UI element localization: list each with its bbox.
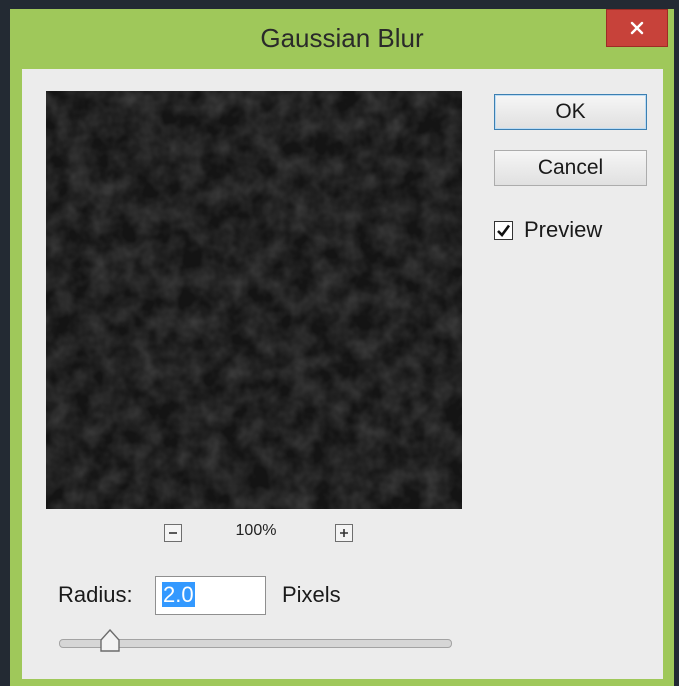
title-bar[interactable]: Gaussian Blur — [10, 9, 674, 69]
cancel-button[interactable]: Cancel — [494, 150, 647, 186]
zoom-level: 100% — [235, 522, 277, 539]
dialog-title: Gaussian Blur — [260, 23, 424, 53]
preview-noise-texture — [46, 91, 462, 509]
gaussian-blur-dialog: Gaussian Blur 100% OK Cancel Preview Rad… — [10, 9, 674, 686]
zoom-in-icon — [340, 529, 348, 537]
checkmark-icon — [497, 224, 511, 237]
close-icon — [630, 21, 644, 35]
radius-value-selected: 2.0 — [162, 582, 195, 607]
radius-slider-thumb[interactable] — [99, 629, 121, 653]
radius-unit-label: Pixels — [282, 582, 341, 607]
preview-image[interactable] — [46, 91, 462, 509]
close-button[interactable] — [606, 9, 668, 47]
zoom-in-button[interactable] — [335, 524, 353, 542]
zoom-out-button[interactable] — [164, 524, 182, 542]
dialog-body: 100% OK Cancel Preview Radius: 2.0 Pixel… — [22, 69, 663, 679]
preview-checkbox[interactable] — [494, 221, 513, 240]
preview-checkbox-label[interactable]: Preview — [524, 217, 602, 243]
radius-label: Radius: — [58, 582, 133, 607]
zoom-out-icon — [169, 532, 177, 534]
ok-button[interactable]: OK — [494, 94, 647, 130]
radius-input[interactable]: 2.0 — [155, 576, 266, 615]
